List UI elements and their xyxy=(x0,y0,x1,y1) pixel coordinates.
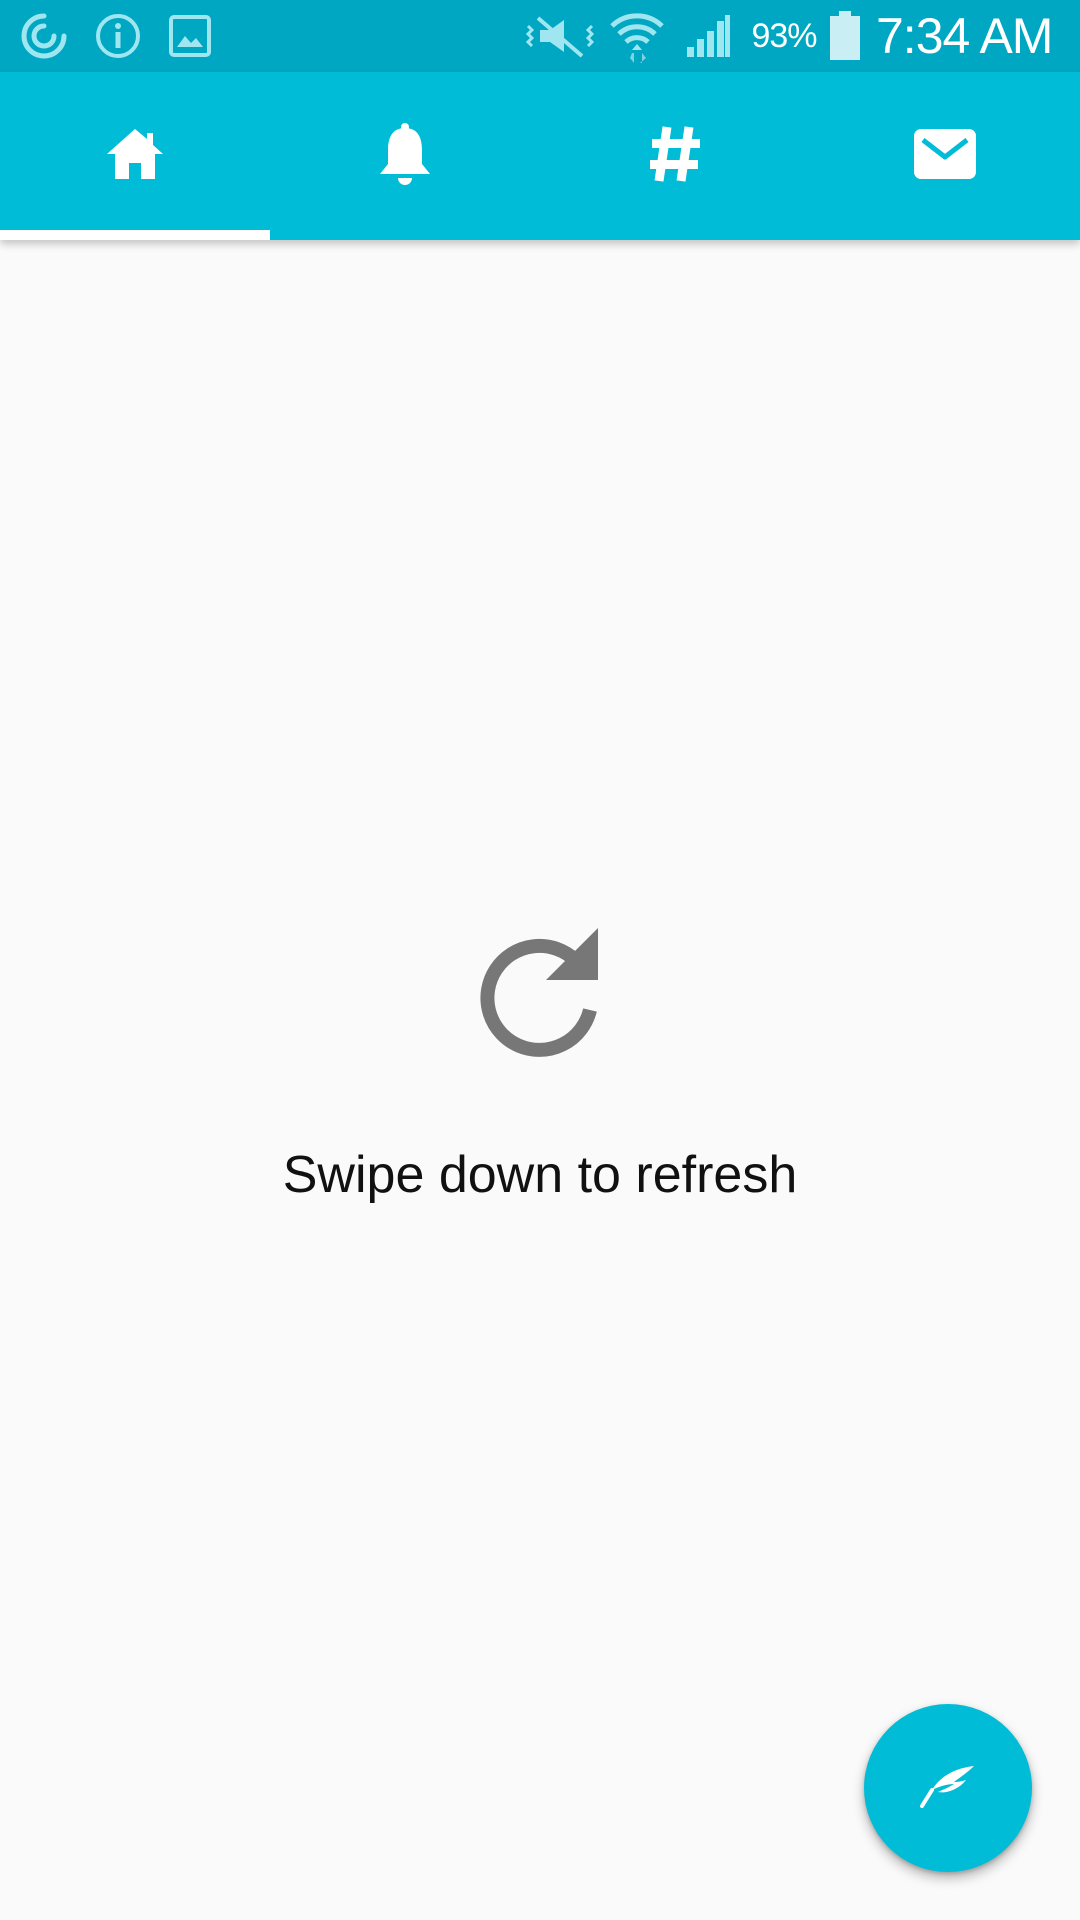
image-icon xyxy=(162,0,218,72)
status-bar: 93% 7:34 AM xyxy=(0,0,1080,72)
cell-signal-icon xyxy=(680,0,736,72)
tab-notifications[interactable] xyxy=(270,72,540,240)
compose-button[interactable] xyxy=(864,1704,1032,1872)
clock: 7:34 AM xyxy=(876,8,1053,64)
refresh-icon xyxy=(470,920,610,1060)
hashtag-icon xyxy=(648,125,702,188)
feather-icon xyxy=(920,1764,976,1813)
battery-percent: 93% xyxy=(751,16,817,55)
vibrate-mute-icon xyxy=(524,0,596,72)
tab-messages[interactable] xyxy=(810,72,1080,240)
empty-state-message: Swipe down to refresh xyxy=(282,1146,798,1204)
wifi-icon xyxy=(606,0,668,72)
mail-icon xyxy=(914,128,976,184)
info-icon xyxy=(90,0,146,72)
tab-hashtags[interactable] xyxy=(540,72,810,240)
timeline-content[interactable]: Swipe down to refresh xyxy=(0,240,1080,1920)
tab-home[interactable] xyxy=(0,72,270,240)
home-icon xyxy=(105,127,165,186)
tab-bar xyxy=(0,72,1080,240)
battery-icon xyxy=(824,0,866,72)
bell-icon xyxy=(378,122,432,191)
selected-tab-indicator xyxy=(0,230,270,240)
sync-icon xyxy=(16,0,72,72)
